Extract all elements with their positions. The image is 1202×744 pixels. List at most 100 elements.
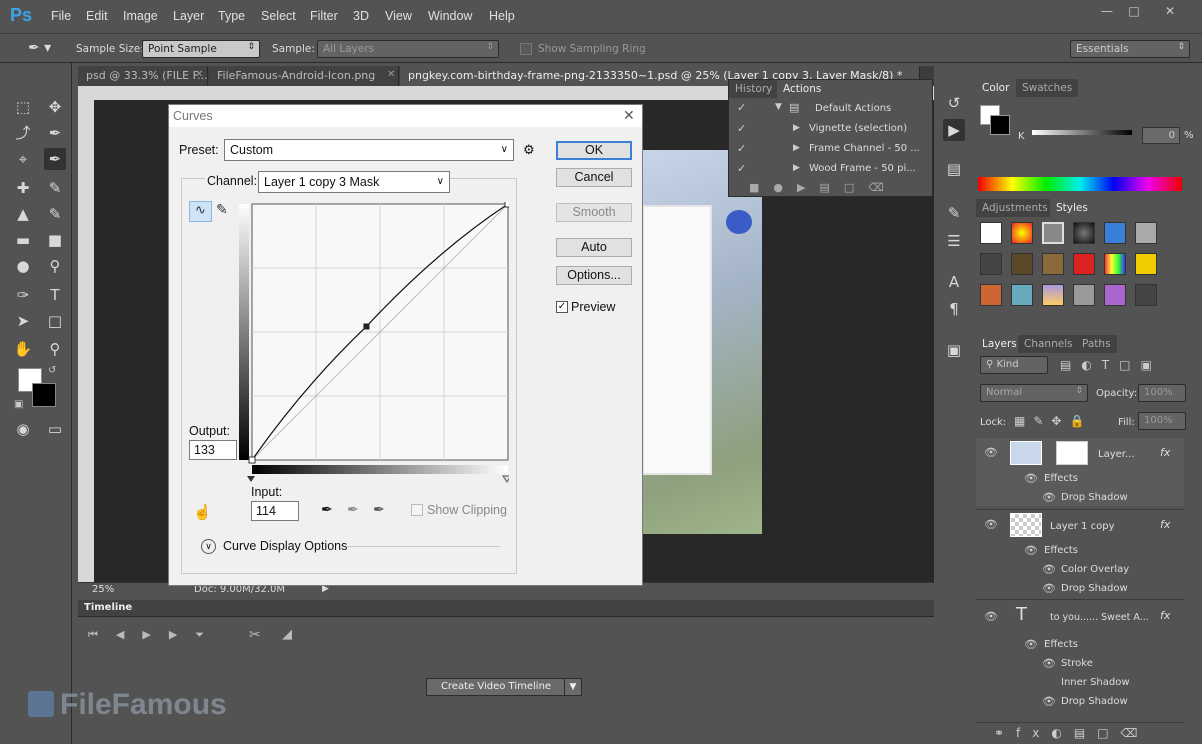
expand-arrow-icon[interactable]: ▶ bbox=[793, 163, 800, 173]
menu-view[interactable]: View bbox=[385, 9, 412, 23]
expand-chevron-icon[interactable]: ∨ bbox=[201, 539, 216, 554]
menu-filter[interactable]: Filter bbox=[310, 9, 338, 23]
k-value-field[interactable]: 0 bbox=[1142, 127, 1180, 144]
tab-history[interactable]: History bbox=[729, 80, 779, 98]
timeline-dropdown-icon[interactable]: ▼ bbox=[564, 678, 582, 696]
style-swatch[interactable] bbox=[1104, 253, 1126, 275]
transition-icon[interactable]: ◢ bbox=[282, 627, 292, 642]
adjustments-panel-icon[interactable]: ☰ bbox=[943, 230, 965, 252]
blur-tool-icon[interactable]: ● bbox=[12, 255, 34, 277]
style-swatch[interactable] bbox=[1135, 284, 1157, 306]
timeline-tab[interactable]: Timeline bbox=[84, 602, 132, 613]
preview-checkbox[interactable]: ✓ bbox=[556, 301, 568, 313]
doc-tab-2[interactable]: FileFamous-Android-Icon.png bbox=[209, 66, 399, 86]
hand-tool-icon[interactable]: ✋ bbox=[12, 338, 34, 360]
check-icon[interactable]: ✓ bbox=[737, 142, 746, 155]
visibility-eye-icon[interactable]: 👁 bbox=[984, 518, 998, 531]
fx-icon[interactable]: fx bbox=[1160, 609, 1170, 622]
show-sampling-ring-checkbox[interactable] bbox=[520, 43, 532, 55]
black-eyedropper-icon[interactable]: ✒ bbox=[321, 501, 333, 518]
expand-arrow-icon[interactable]: ▶ bbox=[793, 123, 800, 133]
ok-button[interactable]: OK bbox=[556, 141, 632, 160]
effect-name[interactable]: Drop Shadow bbox=[1061, 583, 1128, 594]
close-icon[interactable]: ✕ bbox=[1162, 4, 1178, 18]
style-swatch[interactable] bbox=[1104, 284, 1126, 306]
style-swatch[interactable] bbox=[1073, 222, 1095, 244]
layer-mask-thumbnail[interactable] bbox=[1056, 441, 1088, 465]
eyedropper-tool-preset-icon[interactable]: ✒ ▾ bbox=[28, 40, 51, 56]
menu-select[interactable]: Select bbox=[261, 9, 296, 23]
menu-layer[interactable]: Layer bbox=[173, 9, 204, 23]
menu-window[interactable]: Window bbox=[428, 9, 472, 23]
effect-eye-icon[interactable]: 👁 bbox=[1042, 695, 1056, 708]
quick-select-tool-icon[interactable]: ✒ bbox=[44, 122, 66, 144]
brush-panel-icon[interactable]: ✎ bbox=[943, 202, 965, 224]
style-swatch[interactable] bbox=[1042, 222, 1064, 244]
style-swatch[interactable] bbox=[980, 253, 1002, 275]
style-swatch[interactable] bbox=[1011, 284, 1033, 306]
style-swatch[interactable] bbox=[1011, 222, 1033, 244]
doc-tab-1[interactable]: psd @ 33.3% (FILE F... bbox=[78, 66, 208, 86]
effect-eye-icon[interactable]: 👁 bbox=[1042, 657, 1056, 670]
create-video-timeline-button[interactable]: Create Video Timeline bbox=[426, 678, 566, 696]
fill-field[interactable]: 100% bbox=[1138, 412, 1186, 430]
tab-channels[interactable]: Channels bbox=[1018, 335, 1079, 353]
style-swatch[interactable] bbox=[1011, 253, 1033, 275]
dialog-close-icon[interactable]: ✕ bbox=[623, 107, 635, 124]
background-color-swatch[interactable] bbox=[32, 383, 56, 407]
layer-row-3[interactable]: 👁 T to you...... Sweet A... fx 👁 Effects… bbox=[976, 599, 1184, 715]
menu-type[interactable]: Type bbox=[218, 9, 245, 23]
character-icon[interactable]: A bbox=[943, 271, 965, 293]
style-swatch[interactable] bbox=[1042, 253, 1064, 275]
k-slider[interactable] bbox=[1032, 130, 1132, 135]
gradient-tool-icon[interactable]: ■ bbox=[44, 229, 66, 251]
show-clipping-checkbox[interactable] bbox=[411, 504, 423, 516]
layer-row-1[interactable]: 👁 Layer... fx 👁 Effects 👁 Drop Shadow bbox=[976, 438, 1184, 506]
layers-footer-icons[interactable]: ⚭fx◐▤□⌫ bbox=[976, 722, 1184, 744]
menu-3d[interactable]: 3D bbox=[353, 9, 369, 23]
output-field[interactable]: 133 bbox=[189, 440, 237, 460]
action-item[interactable]: Vignette (selection) bbox=[809, 123, 907, 134]
effect-name[interactable]: Inner Shadow bbox=[1061, 677, 1130, 688]
zoom-tool-icon[interactable]: ⚲ bbox=[44, 338, 66, 360]
effect-name[interactable]: Stroke bbox=[1061, 658, 1093, 669]
type-tool-icon[interactable]: T bbox=[44, 284, 66, 306]
tab-styles[interactable]: Styles bbox=[1050, 199, 1094, 217]
menu-file[interactable]: File bbox=[51, 9, 71, 23]
style-swatch[interactable] bbox=[1135, 222, 1157, 244]
pencil-tool-icon[interactable]: ✎ bbox=[216, 201, 228, 218]
effect-name[interactable]: Drop Shadow bbox=[1061, 696, 1128, 707]
layer-row-2[interactable]: 👁 Layer 1 copy fx 👁 Effects 👁 Color Over… bbox=[976, 509, 1184, 595]
layer-name[interactable]: Layer... bbox=[1098, 449, 1135, 460]
targeted-adjustment-hand-icon[interactable]: ☝ bbox=[193, 503, 212, 521]
action-set-name[interactable]: Default Actions bbox=[815, 103, 891, 114]
expand-arrow-icon[interactable]: ▼ bbox=[775, 102, 782, 112]
curve-display-options-label[interactable]: Curve Display Options bbox=[223, 539, 347, 553]
sample-size-select[interactable]: Point Sample ⇕ bbox=[142, 40, 260, 58]
menu-image[interactable]: Image bbox=[123, 9, 158, 23]
opacity-field[interactable]: 100% bbox=[1138, 384, 1186, 402]
swap-colors-icon[interactable]: ↺ bbox=[48, 365, 56, 376]
3d-panel-icon[interactable]: ▣ bbox=[943, 339, 965, 361]
check-icon[interactable]: ✓ bbox=[737, 101, 746, 114]
minimize-icon[interactable]: — bbox=[1099, 4, 1115, 18]
brush-tool-icon[interactable]: ✎ bbox=[44, 177, 66, 199]
style-swatch[interactable] bbox=[1042, 284, 1064, 306]
rectangle-tool-icon[interactable]: □ bbox=[44, 310, 66, 332]
layer-filter-icons[interactable]: ▤◐T□▣ bbox=[1060, 358, 1162, 372]
effect-name[interactable]: Drop Shadow bbox=[1061, 492, 1128, 503]
auto-button[interactable]: Auto bbox=[556, 238, 632, 257]
options-button[interactable]: Options... bbox=[556, 266, 632, 285]
blend-mode-select[interactable]: Normal ⇕ bbox=[980, 384, 1088, 402]
color-spectrum[interactable] bbox=[978, 177, 1182, 191]
action-item[interactable]: Wood Frame - 50 pi... bbox=[809, 163, 916, 174]
preset-options-gear-icon[interactable]: ⚙ bbox=[523, 142, 535, 158]
paragraph-icon[interactable]: ¶ bbox=[943, 298, 965, 320]
menu-edit[interactable]: Edit bbox=[86, 9, 108, 23]
tab-layers[interactable]: Layers bbox=[976, 335, 1023, 353]
action-item[interactable]: Frame Channel - 50 ... bbox=[809, 143, 920, 154]
quick-mask-icon[interactable]: ◉ bbox=[12, 418, 34, 440]
channel-select[interactable]: Layer 1 copy 3 Mask ∨ bbox=[258, 171, 450, 193]
style-swatch[interactable] bbox=[1073, 284, 1095, 306]
menu-help[interactable]: Help bbox=[489, 9, 515, 23]
